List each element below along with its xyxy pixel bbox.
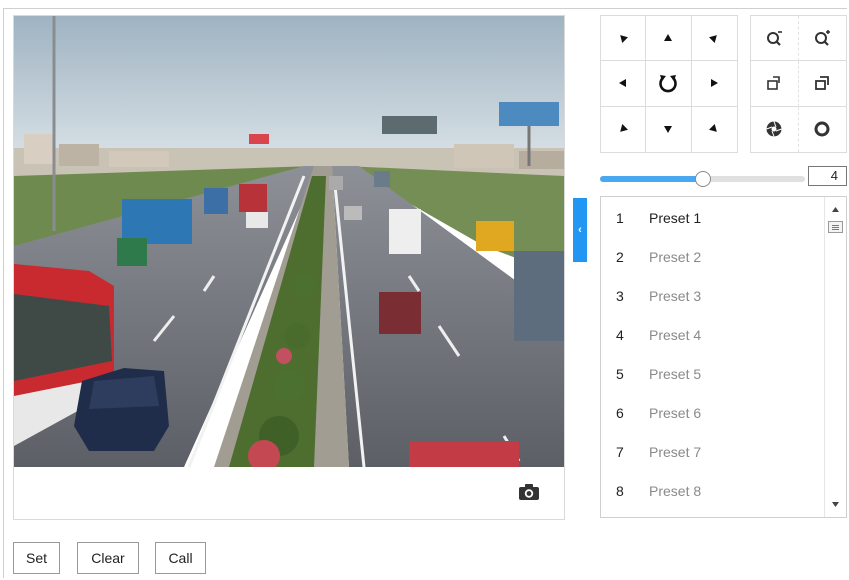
iris-close-icon [766,121,782,137]
zoom-in-icon [815,30,831,46]
arrow-down-right-icon [709,124,718,133]
arrow-up-left-icon [620,35,629,44]
preset-number: 5 [616,366,624,382]
ptz-direction-pad [600,15,738,153]
focus-near-button[interactable] [751,61,799,107]
zoom-out-icon [767,31,783,46]
snapshot-button[interactable] [518,483,540,501]
iris-open-icon [814,121,830,137]
preset-number: 6 [616,405,624,421]
ptz-speed-slider[interactable] [600,170,805,188]
ptz-down-button[interactable] [646,106,692,152]
ptz-right-button[interactable] [691,61,737,107]
call-preset-button[interactable]: Call [155,542,206,574]
ptz-left-button[interactable] [601,61,647,107]
preset-number: 1 [616,210,624,226]
preset-name: Preset 3 [649,288,702,304]
arrow-up-right-icon [709,35,718,44]
preset-name: Preset 1 [649,210,702,226]
scroll-up-button[interactable] [825,201,846,219]
preset-name: Preset 5 [649,366,702,382]
preset-item[interactable]: 8 Preset 8 [601,472,825,510]
preset-name: Preset 7 [649,444,702,460]
preset-item[interactable]: 4 Preset 4 [601,316,825,354]
chevron-left-icon: ‹ [578,223,582,236]
slider-thumb[interactable] [694,171,711,187]
preset-number: 3 [616,288,624,304]
ptz-up-button[interactable] [646,16,692,62]
preset-item[interactable]: 7 Preset 7 [601,433,825,471]
collapse-panel-button[interactable]: ‹ [573,198,587,262]
triangle-down-icon [832,502,839,507]
preset-name: Preset 4 [649,327,702,343]
ptz-up-left-button[interactable] [601,16,647,62]
camera-icon [519,484,539,500]
scroll-down-button[interactable] [825,495,846,513]
zoom-out-button[interactable] [751,16,799,62]
lens-control-pad [750,15,847,153]
preset-item[interactable]: 1 Preset 1 [601,199,825,237]
preset-item[interactable]: 6 Preset 6 [601,394,825,432]
preset-item[interactable]: 3 Preset 3 [601,277,825,315]
focus-near-icon [767,76,781,91]
preset-number: 2 [616,249,624,265]
preset-name: Preset 6 [649,405,702,421]
preset-list: 8 Preset 8 7 Preset 7 6 Preset 6 5 Preset 5 4 Pre… [600,196,847,518]
live-view-panel [13,15,565,520]
ptz-auto-scan-button[interactable] [646,61,692,107]
arrow-left-icon [619,79,627,88]
preset-item[interactable]: 2 Preset 2 [601,238,825,276]
set-preset-button[interactable]: Set [13,542,60,574]
highway-scene-image [14,16,564,467]
preset-number: 7 [616,444,624,460]
clear-preset-button[interactable]: Clear [77,542,139,574]
preset-item[interactable]: 5 Preset 5 [601,355,825,393]
arrow-down-left-icon [620,124,629,133]
arrow-right-icon [711,79,719,88]
preset-number: 8 [616,483,624,499]
zoom-in-button[interactable] [798,16,846,62]
iris-close-button[interactable] [751,106,799,152]
speed-value-display: 4 [808,166,847,186]
focus-far-button[interactable] [798,61,846,107]
preset-number: 4 [616,327,624,343]
iris-open-button[interactable] [798,106,846,152]
rotate-icon [659,75,678,93]
triangle-up-icon [832,207,839,212]
slider-fill [600,176,703,182]
ptz-down-left-button[interactable] [601,106,647,152]
focus-far-icon [815,76,830,91]
preset-list-scrollbar[interactable] [824,197,846,517]
arrow-down-icon [664,126,673,134]
ptz-down-right-button[interactable] [691,106,737,152]
preset-name: Preset 2 [649,249,702,265]
preset-name: Preset 8 [649,483,702,499]
arrow-up-icon [664,34,673,42]
ptz-up-right-button[interactable] [691,16,737,62]
camera-video-feed[interactable] [14,16,564,467]
scroll-thumb[interactable] [828,221,843,233]
